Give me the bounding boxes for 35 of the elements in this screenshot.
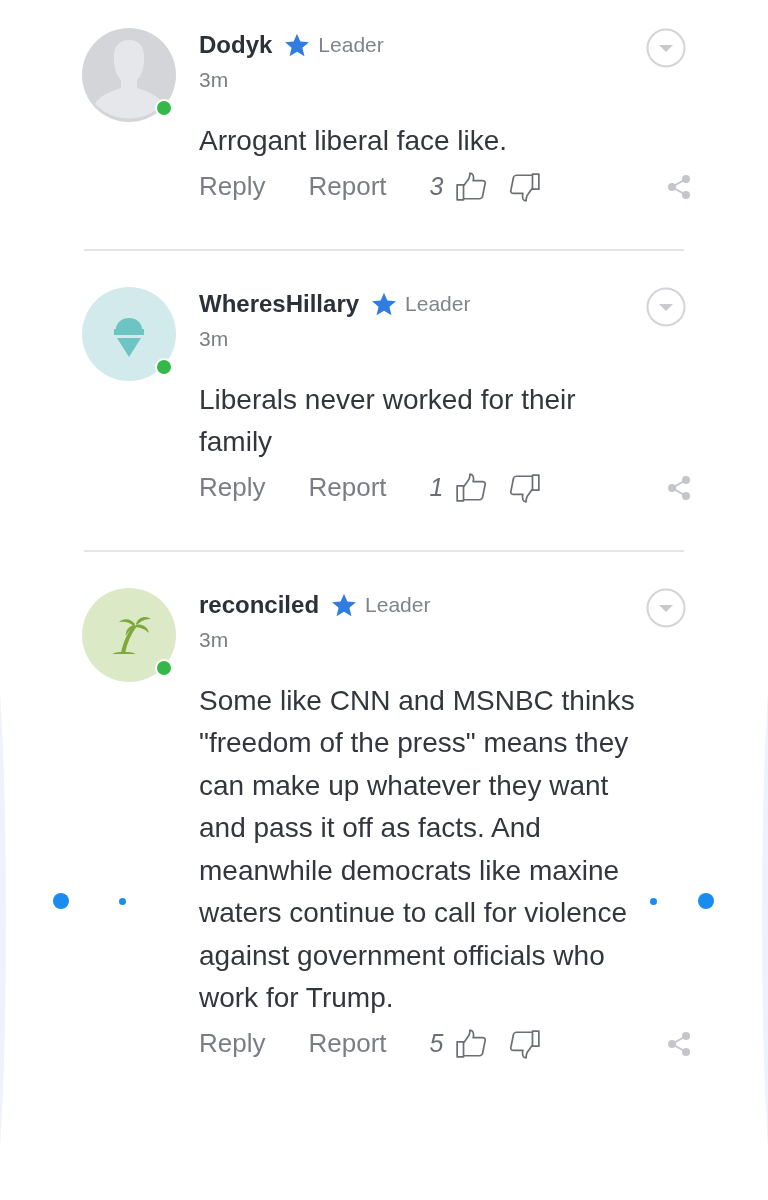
vote-count: 5 bbox=[429, 1029, 444, 1058]
selection-dot bbox=[650, 898, 657, 905]
comment-text: Liberals never worked for their family bbox=[199, 382, 577, 459]
thumbs-down-icon[interactable] bbox=[509, 471, 542, 504]
comment-text: Some like CNN and MSNBC thinks "freedom of the press" means they can make up whatever they want and pass it off as facts. And meanwhile democrats like maxine waters continue to call for violence against government officials who work for Trump. bbox=[199, 683, 636, 1015]
comment-action-link[interactable]: Report bbox=[308, 1028, 387, 1059]
thumbs-down-icon[interactable] bbox=[509, 1027, 542, 1060]
timestamp: 3m bbox=[199, 627, 230, 652]
vote-count: 1 bbox=[429, 473, 444, 502]
comment-action-link[interactable]: Reply bbox=[199, 472, 266, 503]
star-icon bbox=[284, 32, 311, 58]
selection-dot bbox=[119, 898, 126, 905]
comment-action-link[interactable]: Reply bbox=[199, 1028, 266, 1059]
username[interactable]: Dodyk bbox=[199, 31, 273, 59]
username[interactable]: WheresHillary bbox=[199, 289, 360, 318]
comment-action-link[interactable]: Reply bbox=[199, 171, 266, 202]
thumbs-up-icon[interactable] bbox=[455, 471, 488, 504]
avatar-silhouette-icon bbox=[82, 28, 176, 122]
thumbs-up-icon[interactable] bbox=[455, 1027, 488, 1060]
comment-action-link[interactable]: Report bbox=[308, 171, 387, 202]
user-rank: Leader bbox=[405, 291, 471, 316]
username[interactable]: reconciled bbox=[199, 590, 320, 619]
avatar-palm-tree-icon bbox=[82, 587, 176, 682]
thumbs-up-icon[interactable] bbox=[455, 170, 488, 203]
vote-count: 3 bbox=[429, 172, 444, 201]
timestamp: 3m bbox=[199, 326, 230, 351]
selection-handle[interactable] bbox=[53, 893, 69, 909]
selection-handle[interactable] bbox=[698, 893, 714, 909]
thumbs-down-icon[interactable] bbox=[509, 170, 542, 203]
comment-action-link[interactable]: Report bbox=[308, 472, 387, 503]
comment-text: Arrogant liberal face like. bbox=[199, 124, 509, 158]
user-rank: Leader bbox=[318, 33, 384, 57]
avatar-ice-cream-icon bbox=[82, 286, 176, 381]
user-rank: Leader bbox=[365, 592, 431, 617]
timestamp: 3m bbox=[199, 68, 230, 92]
